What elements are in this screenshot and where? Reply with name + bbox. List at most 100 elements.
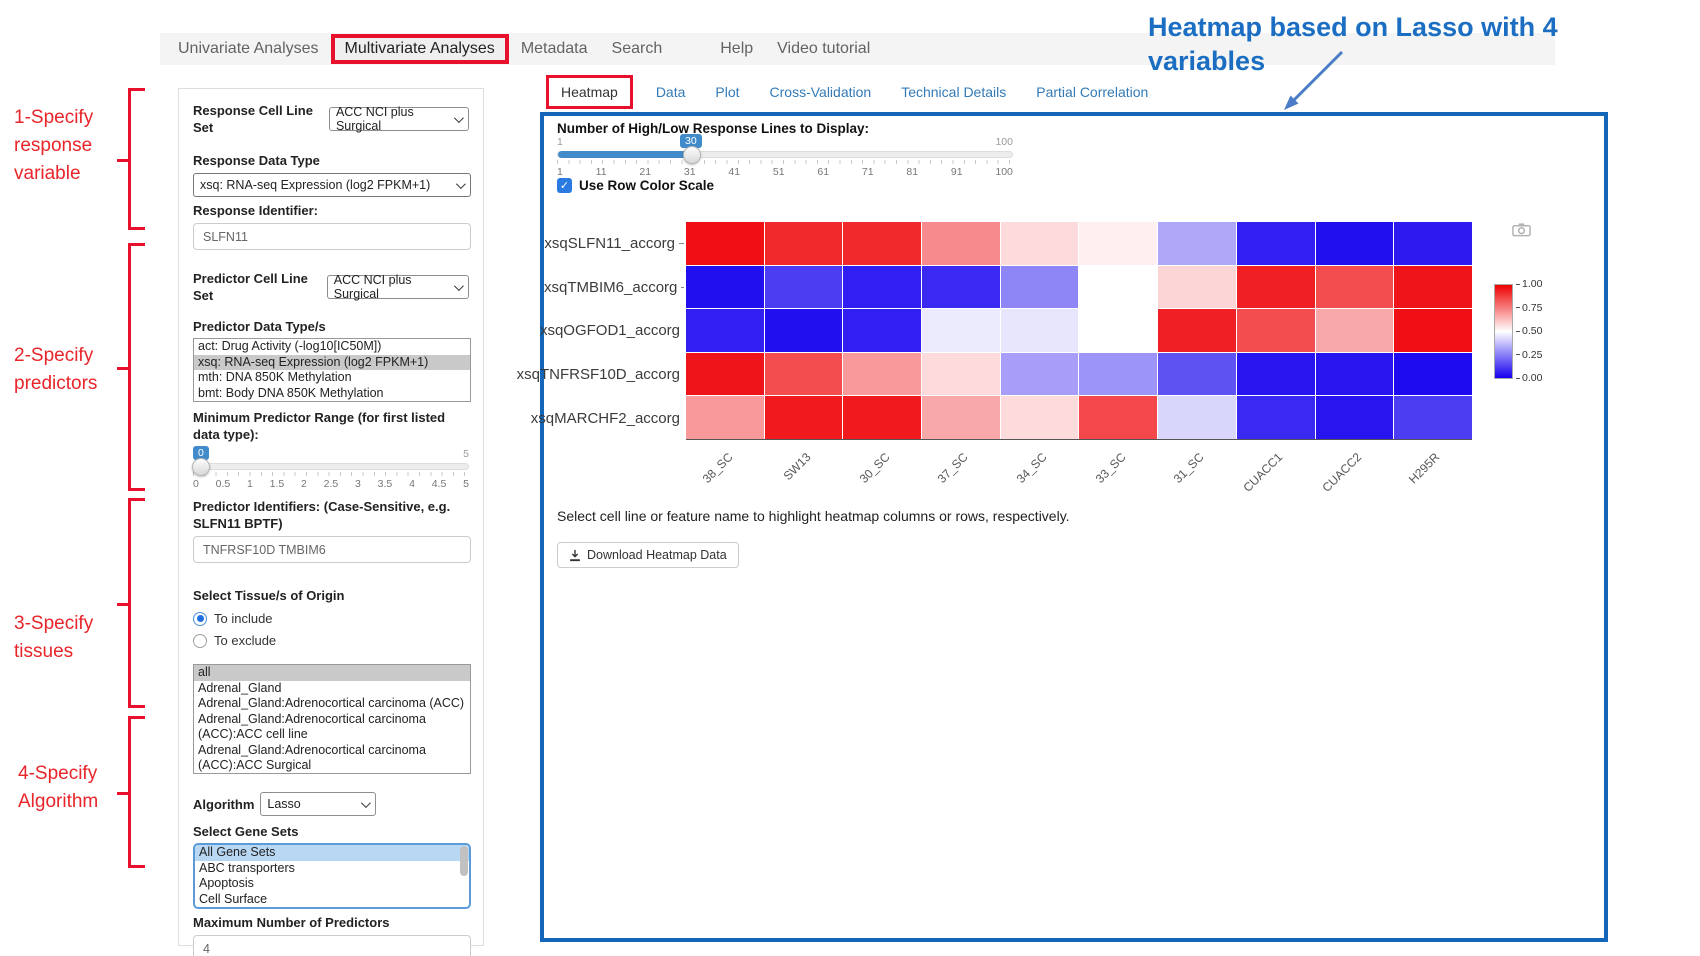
heatmap-row-label-xsqtmbim6-accorg[interactable]: xsqTMBIM6_accorg	[544, 266, 684, 310]
heatmap-cell-xsqtnfrsf10d-accorg-cuacc1[interactable]	[1237, 353, 1315, 396]
tab-data[interactable]: Data	[641, 78, 701, 106]
heatmap-cell-xsqmarchf2-accorg-31-sc[interactable]	[1158, 396, 1236, 439]
heatmap-cell-xsqogfod1-accorg-31-sc[interactable]	[1158, 309, 1236, 352]
slider-handle[interactable]	[683, 146, 701, 164]
heatmap-column-label-h295r[interactable]: H295R	[1406, 450, 1442, 486]
slider-handle[interactable]	[192, 458, 210, 476]
nav-item-help[interactable]: Help	[708, 35, 765, 63]
heatmap-column-label-37-sc[interactable]: 37_SC	[935, 450, 971, 486]
heatmap-cell-xsqslfn11-accorg-33-sc[interactable]	[1079, 222, 1157, 265]
tab-cross-validation[interactable]: Cross-Validation	[755, 78, 887, 106]
heatmap-cell-xsqmarchf2-accorg-38-sc[interactable]	[686, 396, 764, 439]
nav-item-video-tutorial[interactable]: Video tutorial	[765, 35, 882, 63]
heatmap-cell-xsqtmbim6-accorg-cuacc2[interactable]	[1316, 266, 1394, 309]
heatmap-cell-xsqslfn11-accorg-h295r[interactable]	[1394, 222, 1472, 265]
option-mth-dna-850k-methylation[interactable]: mth: DNA 850K Methylation	[194, 370, 470, 386]
heatmap-cell-xsqmarchf2-accorg-30-sc[interactable]	[843, 396, 921, 439]
heatmap-cell-xsqtmbim6-accorg-37-sc[interactable]	[922, 266, 1000, 309]
heatmap-cell-xsqslfn11-accorg-sw13[interactable]	[765, 222, 843, 265]
lines-to-display-slider[interactable]: 1 30 100 1112131415161718191100	[557, 135, 1013, 178]
heatmap-cell-xsqogfod1-accorg-34-sc[interactable]	[1001, 309, 1079, 352]
option-act-drug-activity-log10-ic50m[interactable]: act: Drug Activity (-log10[IC50M])	[194, 339, 470, 355]
heatmap-cell-xsqmarchf2-accorg-cuacc2[interactable]	[1316, 396, 1394, 439]
heatmap-cell-xsqtnfrsf10d-accorg-30-sc[interactable]	[843, 353, 921, 396]
response-data-type-select[interactable]: xsq: RNA-seq Expression (log2 FPKM+1)	[193, 173, 471, 197]
heatmap-cell-xsqslfn11-accorg-37-sc[interactable]	[922, 222, 1000, 265]
option-apoptosis[interactable]: Apoptosis	[195, 876, 469, 892]
heatmap-cell-xsqtmbim6-accorg-h295r[interactable]	[1394, 266, 1472, 309]
heatmap-cell-xsqtmbim6-accorg-38-sc[interactable]	[686, 266, 764, 309]
predictor-cell-line-set-select[interactable]: ACC NCI plus Surgical	[327, 275, 469, 299]
response-identifier-input[interactable]	[193, 223, 471, 250]
heatmap-cell-xsqogfod1-accorg-33-sc[interactable]	[1079, 309, 1157, 352]
heatmap-cell-xsqslfn11-accorg-cuacc1[interactable]	[1237, 222, 1315, 265]
heatmap-cell-xsqslfn11-accorg-38-sc[interactable]	[686, 222, 764, 265]
heatmap-cell-xsqogfod1-accorg-38-sc[interactable]	[686, 309, 764, 352]
max-predictors-input[interactable]	[193, 935, 471, 956]
heatmap-column-label-38-sc[interactable]: 38_SC	[699, 450, 735, 486]
heatmap-cell-xsqogfod1-accorg-37-sc[interactable]	[922, 309, 1000, 352]
min-predictor-range-slider[interactable]: 0 5 00.511.522.533.544.55	[193, 447, 469, 490]
heatmap-cell-xsqtmbim6-accorg-33-sc[interactable]	[1079, 266, 1157, 309]
heatmap-cell-xsqslfn11-accorg-31-sc[interactable]	[1158, 222, 1236, 265]
heatmap-cell-xsqslfn11-accorg-34-sc[interactable]	[1001, 222, 1079, 265]
heatmap-cell-xsqogfod1-accorg-30-sc[interactable]	[843, 309, 921, 352]
option-adrenal-gland-adrenocortical-carcinoma-acc[interactable]: Adrenal_Gland:Adrenocortical carcinoma (…	[194, 696, 470, 712]
heatmap-cell-xsqtnfrsf10d-accorg-37-sc[interactable]	[922, 353, 1000, 396]
heatmap-cell-xsqtnfrsf10d-accorg-31-sc[interactable]	[1158, 353, 1236, 396]
heatmap-cell-xsqtnfrsf10d-accorg-sw13[interactable]	[765, 353, 843, 396]
option-adrenal-gland-adrenocortical-carcinoma-acc-acc-cell-line[interactable]: Adrenal_Gland:Adrenocortical carcinoma (…	[194, 712, 470, 743]
heatmap-row-label-xsqmarchf2-accorg[interactable]: xsqMARCHF2_accorg	[544, 396, 684, 440]
heatmap-cell-xsqtmbim6-accorg-sw13[interactable]	[765, 266, 843, 309]
tab-partial-correlation[interactable]: Partial Correlation	[1021, 78, 1163, 106]
nav-item-search[interactable]: Search	[600, 35, 675, 63]
heatmap-column-label-31-sc[interactable]: 31_SC	[1171, 450, 1207, 486]
heatmap-cell-xsqmarchf2-accorg-37-sc[interactable]	[922, 396, 1000, 439]
option-xsq-rna-seq-expression-log2-fpkm-1[interactable]: xsq: RNA-seq Expression (log2 FPKM+1)	[194, 355, 470, 371]
heatmap-cell-xsqmarchf2-accorg-33-sc[interactable]	[1079, 396, 1157, 439]
option-adrenal-gland[interactable]: Adrenal_Gland	[194, 681, 470, 697]
heatmap-cell-xsqtnfrsf10d-accorg-38-sc[interactable]	[686, 353, 764, 396]
camera-icon[interactable]	[1512, 222, 1531, 237]
algorithm-select[interactable]: Lasso	[260, 792, 376, 816]
heatmap-cell-xsqtmbim6-accorg-31-sc[interactable]	[1158, 266, 1236, 309]
tissue-include-radio[interactable]: To include	[193, 611, 469, 626]
heatmap-cell-xsqtnfrsf10d-accorg-h295r[interactable]	[1394, 353, 1472, 396]
heatmap-cell-xsqtnfrsf10d-accorg-cuacc2[interactable]	[1316, 353, 1394, 396]
response-cell-line-set-select[interactable]: ACC NCI plus Surgical	[329, 107, 469, 131]
use-row-color-scale-checkbox[interactable]: ✓ Use Row Color Scale	[557, 178, 714, 193]
option-abc-transporters[interactable]: ABC transporters	[195, 861, 469, 877]
heatmap-cell-xsqogfod1-accorg-h295r[interactable]	[1394, 309, 1472, 352]
nav-item-multivariate-analyses[interactable]: Multivariate Analyses	[331, 34, 509, 64]
tab-heatmap[interactable]: Heatmap	[546, 75, 633, 109]
heatmap-column-label-cuacc1[interactable]: CUACC1	[1241, 450, 1286, 495]
nav-item-metadata[interactable]: Metadata	[509, 35, 600, 63]
scrollbar-thumb[interactable]	[460, 846, 468, 876]
heatmap-cell-xsqmarchf2-accorg-cuacc1[interactable]	[1237, 396, 1315, 439]
heatmap-row-label-xsqogfod1-accorg[interactable]: xsqOGFOD1_accorg	[544, 309, 684, 353]
heatmap-cell-xsqogfod1-accorg-sw13[interactable]	[765, 309, 843, 352]
tissue-exclude-radio[interactable]: To exclude	[193, 633, 469, 648]
gene-sets-listbox[interactable]: All Gene SetsABC transportersApoptosisCe…	[193, 843, 471, 909]
heatmap-cell-xsqtnfrsf10d-accorg-33-sc[interactable]	[1079, 353, 1157, 396]
option-all[interactable]: all	[194, 665, 470, 681]
option-cell-surface[interactable]: Cell Surface	[195, 892, 469, 908]
tissue-listbox[interactable]: allAdrenal_GlandAdrenal_Gland:Adrenocort…	[193, 664, 471, 774]
slider-track[interactable]	[557, 151, 1013, 158]
heatmap-column-label-sw13[interactable]: SW13	[781, 450, 814, 483]
heatmap-cell-xsqmarchf2-accorg-sw13[interactable]	[765, 396, 843, 439]
heatmap-cell-xsqtmbim6-accorg-cuacc1[interactable]	[1237, 266, 1315, 309]
heatmap-column-label-cuacc2[interactable]: CUACC2	[1319, 450, 1364, 495]
heatmap-cell-xsqogfod1-accorg-cuacc2[interactable]	[1316, 309, 1394, 352]
option-adrenal-gland-adrenocortical-carcinoma-acc-acc-surgical[interactable]: Adrenal_Gland:Adrenocortical carcinoma (…	[194, 743, 470, 774]
heatmap-row-label-xsqslfn11-accorg[interactable]: xsqSLFN11_accorg	[544, 222, 684, 266]
heatmap-cell-xsqmarchf2-accorg-h295r[interactable]	[1394, 396, 1472, 439]
predictor-data-types-listbox[interactable]: act: Drug Activity (-log10[IC50M])xsq: R…	[193, 338, 471, 402]
tab-plot[interactable]: Plot	[700, 78, 754, 106]
tab-technical-details[interactable]: Technical Details	[886, 78, 1021, 106]
option-bmt-body-dna-850k-methylation[interactable]: bmt: Body DNA 850K Methylation	[194, 386, 470, 402]
heatmap-column-label-34-sc[interactable]: 34_SC	[1014, 450, 1050, 486]
heatmap-column-label-30-sc[interactable]: 30_SC	[857, 450, 893, 486]
predictor-identifiers-input[interactable]	[193, 536, 471, 563]
option-all-gene-sets[interactable]: All Gene Sets	[195, 845, 469, 861]
